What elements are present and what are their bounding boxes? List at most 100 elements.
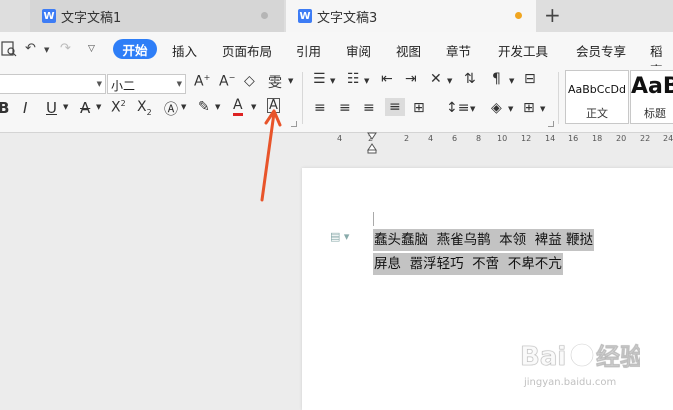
svg-text:Bai: Bai [520, 342, 566, 372]
tab-document-3[interactable]: W 文字文稿3 [286, 0, 536, 32]
ruler-tick: 4 [428, 134, 434, 143]
divider [302, 72, 303, 124]
chevron-down-icon[interactable]: ▼ [330, 77, 335, 85]
chevron-down-icon[interactable]: ▼ [63, 103, 68, 111]
style-normal[interactable]: AaBbCcDd 正文 [565, 70, 629, 124]
font-dialog-launcher[interactable] [291, 121, 297, 127]
menu-member[interactable]: 会员专享 [576, 41, 626, 60]
chevron-down-icon[interactable]: ▼ [215, 103, 220, 111]
borders-icon[interactable]: ⊞ [523, 100, 535, 116]
ruler-tick: 12 [521, 134, 532, 143]
numbered-list-icon[interactable]: ☷ [347, 71, 360, 87]
font-size-select[interactable]: 小二 ▼ [107, 74, 186, 94]
ruler-tick: 8 [476, 134, 482, 143]
chevron-down-icon[interactable]: ▼ [96, 103, 101, 111]
style-name: 正文 [586, 107, 608, 120]
menu-review[interactable]: 审阅 [346, 41, 371, 60]
show-hide-marks-icon[interactable]: ¶ [492, 71, 501, 87]
svg-text:经验: 经验 [596, 343, 640, 371]
customize-toolbar-icon[interactable]: ▽ [88, 44, 95, 54]
ruler-tick: 10 [497, 134, 508, 143]
ruler-tick: 14 [545, 134, 556, 143]
chevron-down-icon: ▼ [176, 80, 182, 88]
shading-icon[interactable]: ◈ [491, 100, 502, 116]
watermark: Bai 经验 jingyan.baidu.com [520, 337, 660, 397]
font-name-select[interactable]: ▼ [0, 74, 106, 94]
italic-icon[interactable]: I [23, 99, 27, 117]
wps-writer-icon: W [42, 9, 56, 23]
undo-dropdown-icon[interactable]: ▼ [44, 46, 49, 54]
font-size-value: 小二 [111, 79, 136, 93]
style-sample: AaB [631, 74, 673, 99]
menu-start-tab[interactable]: 开始 [113, 39, 157, 59]
annotation-arrow-icon [260, 109, 282, 202]
clear-formatting-icon[interactable]: ◇ [244, 73, 255, 89]
undo-icon[interactable]: ↶ [25, 41, 36, 56]
underline-icon[interactable]: U [46, 99, 57, 117]
tab-title: 文字文稿3 [317, 10, 378, 26]
menu-references[interactable]: 引用 [296, 41, 321, 60]
chevron-down-icon[interactable]: ▼ [364, 77, 369, 85]
text-cursor [373, 212, 374, 226]
redo-icon[interactable]: ↷ [60, 41, 71, 56]
align-left-icon[interactable]: ≡ [314, 100, 326, 116]
chevron-down-icon[interactable]: ▼ [288, 77, 293, 85]
increase-indent-icon[interactable]: ⇥ [405, 71, 417, 87]
text-effect-icon[interactable]: Ⓐ [164, 99, 178, 119]
document-line-1[interactable]: 蠢头蠢脑 燕雀乌鹊 本领 裨益 鞭挞 [373, 229, 595, 251]
unsaved-indicator-dot[interactable] [515, 12, 522, 19]
shrink-font-icon[interactable]: A− [219, 73, 235, 90]
bullet-list-icon[interactable]: ☰ [313, 71, 326, 87]
line-spacing-icon[interactable]: ↕≡ [446, 100, 469, 116]
strikethrough-icon[interactable]: A [80, 99, 90, 117]
justify-icon[interactable]: ≡ [385, 98, 405, 116]
indent-marker[interactable] [367, 132, 377, 154]
ruler-tick: 2 [404, 134, 410, 143]
ruler-tick: 20 [616, 134, 627, 143]
font-color-icon[interactable]: A [233, 97, 243, 116]
chevron-down-icon[interactable]: ▼ [181, 103, 186, 111]
tab-status-dot[interactable] [261, 12, 268, 19]
document-line-2[interactable]: 屏息 嚣浮轻巧 不啻 不卑不亢 [373, 253, 563, 275]
subscript-icon[interactable]: X2 [137, 99, 152, 117]
menu-page-layout[interactable]: 页面布局 [222, 41, 272, 60]
paragraph-dialog-launcher[interactable] [548, 121, 554, 127]
style-heading[interactable]: AaB 标题 [630, 70, 673, 124]
wps-writer-icon: W [298, 9, 312, 23]
ruler-tick: 4 [337, 134, 343, 143]
bold-icon[interactable]: B [0, 99, 9, 117]
superscript-icon[interactable]: X2 [111, 99, 126, 116]
distributed-align-icon[interactable]: ⊞ [413, 100, 425, 116]
grow-font-icon[interactable]: A+ [194, 73, 210, 90]
menu-bar: ↶ ▼ ↷ ▽ 开始 插入 页面布局 引用 审阅 视图 章节 开发工具 会员专享… [0, 32, 673, 78]
align-center-icon[interactable]: ≡ [339, 100, 351, 116]
menu-view[interactable]: 视图 [396, 41, 421, 60]
tab-title: 文字文稿1 [61, 10, 122, 26]
sort-icon[interactable]: ⇅ [464, 71, 476, 87]
new-tab-plus-icon[interactable]: + [544, 4, 561, 26]
print-preview-icon[interactable] [1, 41, 17, 57]
phonetic-guide-icon[interactable]: 雯 [268, 72, 282, 92]
ribbon-toolbar: ▼ 小二 ▼ A+ A− ◇ 雯 ▼ B I U ▼ A ▼ X2 X2 Ⓐ ▼… [0, 66, 673, 133]
chevron-down-icon[interactable]: ▼ [470, 105, 475, 113]
chevron-down-icon[interactable]: ▼ [447, 77, 452, 85]
ruler-tick: 6 [452, 134, 458, 143]
tab-bar: W 文字文稿1 W 文字文稿3 + [0, 0, 673, 32]
chinese-layout-icon[interactable]: ✕ [430, 71, 442, 87]
chevron-down-icon[interactable]: ▼ [540, 105, 545, 113]
horizontal-ruler[interactable]: 4 2 2 4 6 8 10 12 14 16 18 20 22 24 [333, 132, 673, 150]
chevron-down-icon[interactable]: ▼ [508, 105, 513, 113]
menu-insert[interactable]: 插入 [172, 41, 197, 60]
tab-document-1[interactable]: W 文字文稿1 [30, 0, 284, 32]
table-tools-icon[interactable]: ⊟ [524, 71, 536, 87]
menu-developer-tools[interactable]: 开发工具 [498, 41, 548, 60]
ruler-tick: 18 [592, 134, 603, 143]
paragraph-handle-icon[interactable]: ▤ ▾ [330, 230, 349, 243]
decrease-indent-icon[interactable]: ⇤ [381, 71, 393, 87]
align-right-icon[interactable]: ≡ [363, 100, 375, 116]
divider [558, 72, 559, 124]
baidu-logo-icon: Bai 经验 [520, 342, 640, 373]
menu-section[interactable]: 章节 [446, 41, 471, 60]
chevron-down-icon[interactable]: ▼ [509, 77, 514, 85]
highlight-pen-icon[interactable]: ✎ [198, 99, 210, 115]
